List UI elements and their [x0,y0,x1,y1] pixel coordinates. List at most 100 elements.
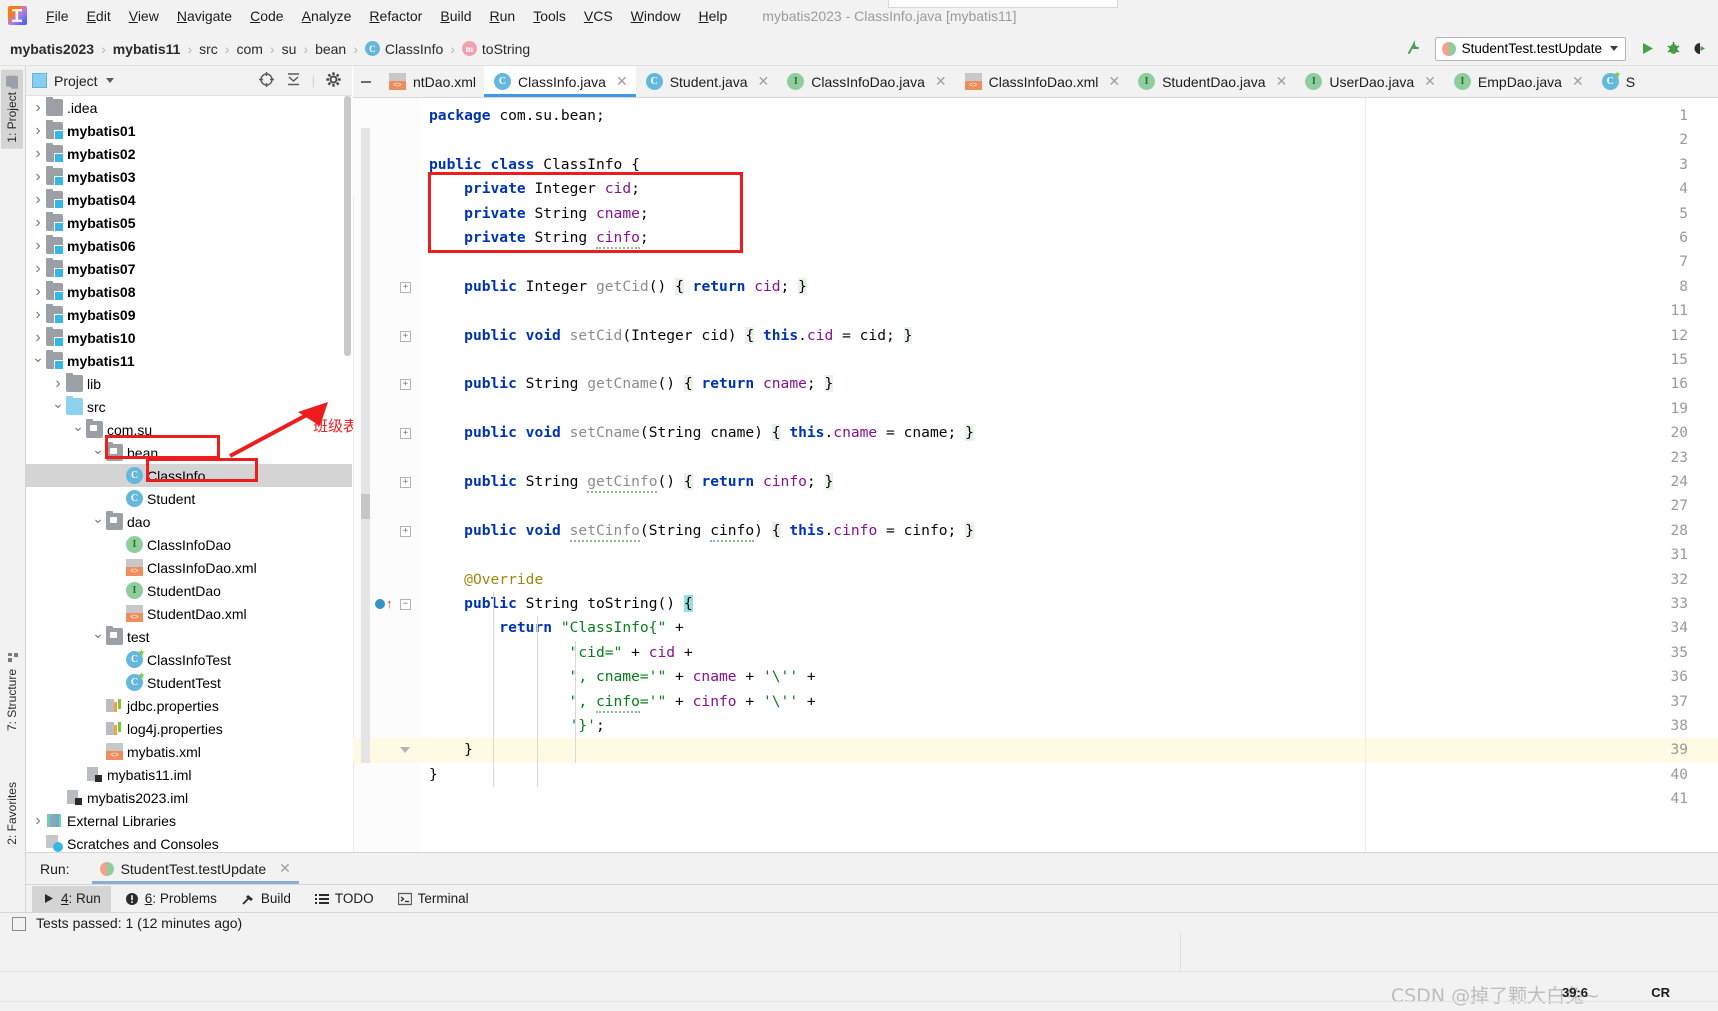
chevron-right-icon[interactable] [30,307,46,323]
code-line-1[interactable]: package com.su.bean; [429,104,605,128]
tree-item-studentdao[interactable]: I StudentDao [26,579,352,602]
fold-expand-icon[interactable]: + [400,330,411,342]
menu-item-tools[interactable]: Tools [524,5,575,27]
close-icon[interactable]: ✕ [1108,73,1120,90]
chevron-down-icon[interactable] [90,514,106,529]
code-line-37[interactable]: ", cinfo='" + cinfo + '\'' + [429,690,816,714]
tree-item-scratches-and-consoles[interactable]: Scratches and Consoles [26,832,352,852]
tree-item-mybatis09[interactable]: mybatis09 [26,303,352,326]
tree-item-classinfotest[interactable]: C ClassInfoTest [26,648,352,671]
chevron-down-icon[interactable] [30,353,46,368]
menu-item-file[interactable]: File [37,5,78,27]
bottom-tool-terminal[interactable]: Terminal [388,886,479,912]
menu-item-analyze[interactable]: Analyze [293,5,361,27]
chevron-right-icon[interactable] [30,192,46,208]
code-line-24[interactable]: public String getCinfo() { return cinfo;… [429,470,834,494]
overriding-method-icon[interactable]: ↑ [386,597,393,610]
code-line-33[interactable]: public String toString() { [429,592,693,616]
tree-item-mybatis10[interactable]: mybatis10 [26,326,352,349]
fold-expand-icon[interactable]: + [400,525,411,537]
chevron-right-icon[interactable] [30,169,46,185]
editor-tab-ntdao-xml[interactable]: ntDao.xml [379,66,484,97]
tree-item-dao[interactable]: dao [26,510,352,533]
code-line-20[interactable]: public void setCname(String cname) { thi… [429,421,974,445]
code-line-3[interactable]: public class ClassInfo { [429,153,640,177]
bottom-tool-build[interactable]: Build [231,886,301,912]
line-separator[interactable]: CR [1651,985,1670,1000]
code-line-5[interactable]: private String cname; [429,202,649,226]
menu-item-run[interactable]: Run [480,5,524,27]
tree-item-mybatis11-iml[interactable]: mybatis11.iml [26,763,352,786]
tree-item-mybatis02[interactable]: mybatis02 [26,142,352,165]
menu-item-navigate[interactable]: Navigate [168,5,241,27]
bottom-tool-todo[interactable]: TODO [305,886,384,912]
collapse-all-icon[interactable] [285,71,302,91]
chevron-down-icon[interactable] [50,399,66,414]
fold-expand-icon[interactable]: + [400,477,411,488]
tree-item-test[interactable]: test [26,625,352,648]
tree-item-mybatis07[interactable]: mybatis07 [26,257,352,280]
breadcrumb-item-mybatis11[interactable]: mybatis11 [113,41,181,57]
tree-item-mybatis05[interactable]: mybatis05 [26,211,352,234]
bottom-tool-4-run[interactable]: 4: Run [32,885,111,912]
code-line-6[interactable]: private String cinfo; [429,226,649,250]
caret-position[interactable]: 39:6 [1562,985,1588,1000]
run-configuration-selector[interactable]: StudentTest.testUpdate [1434,36,1626,61]
tree-item-log4j-properties[interactable]: log4j.properties [26,717,352,740]
code-line-36[interactable]: ", cname='" + cname + '\'' + [429,665,816,689]
code-line-16[interactable]: public String getCname() { return cname;… [429,372,834,396]
debug-button[interactable] [1660,36,1686,62]
code-line-35[interactable]: "cid=" + cid + [429,641,693,665]
code-line-12[interactable]: public void setCid(Integer cid) { this.c… [429,324,913,348]
chevron-right-icon[interactable] [30,238,46,254]
tree-item-student[interactable]: C Student [26,487,352,510]
run-with-coverage-button[interactable] [1686,36,1712,62]
window-controls-box[interactable] [888,0,1118,8]
editor-tab-classinfodao-xml[interactable]: ClassInfoDao.xml ✕ [955,66,1128,97]
tool-button-structure[interactable]: 7: Structure [1,646,23,737]
tree-item-studentdao-xml[interactable]: StudentDao.xml [26,602,352,625]
breadcrumb-item-classinfo[interactable]: C ClassInfo [364,41,443,57]
editor-tab-bar[interactable]: ntDao.xmlCClassInfo.java✕CStudent.java✕I… [353,66,1718,98]
code-line-28[interactable]: public void setCinfo(String cinfo) { thi… [429,519,974,543]
editor-tab-studentdao-java[interactable]: I StudentDao.java ✕ [1128,66,1295,97]
build-project-icon[interactable] [1401,36,1427,62]
breadcrumb-item-src[interactable]: src [199,41,218,57]
scroll-from-source-icon[interactable] [258,71,275,91]
menu-item-build[interactable]: Build [431,5,480,27]
code-line-4[interactable]: private Integer cid; [429,177,640,201]
project-tree[interactable]: .idea mybatis01 mybatis02 mybatis03 mybatis0… [26,96,352,852]
tree-item-mybatis06[interactable]: mybatis06 [26,234,352,257]
breadcrumb-item-com[interactable]: com [236,41,262,57]
breadcrumb-item-mybatis2023[interactable]: mybatis2023 [10,41,94,57]
editor-tab-s[interactable]: CS [1592,66,1643,97]
code-line-32[interactable]: @Override [429,568,543,592]
project-tree-scrollbar[interactable] [344,96,351,356]
tree-item-mybatis08[interactable]: mybatis08 [26,280,352,303]
chevron-down-icon[interactable] [90,445,106,460]
bottom-toolwindow-bar[interactable]: 4: Run 6: Problems Build TODO Terminal [26,884,1718,912]
editor-tab-empdao-java[interactable]: I EmpDao.java ✕ [1444,66,1592,97]
breadcrumb-item-bean[interactable]: bean [315,41,346,57]
tree-item-lib[interactable]: lib [26,372,352,395]
code-editor[interactable]: package com.su.bean; public class ClassIn… [353,98,1718,852]
code-line-40[interactable]: } [429,763,438,787]
menu-item-window[interactable]: Window [622,5,690,27]
chevron-right-icon[interactable] [30,100,46,116]
tree-item-mybatis2023-iml[interactable]: mybatis2023.iml [26,786,352,809]
close-icon[interactable]: ✕ [1572,73,1584,90]
menu-item-code[interactable]: Code [241,5,292,27]
fold-expand-icon[interactable]: + [400,281,411,293]
close-icon[interactable]: ✕ [935,73,947,90]
chevron-right-icon[interactable] [30,123,46,139]
chevron-right-icon[interactable] [30,146,46,162]
close-icon[interactable]: ✕ [616,73,628,90]
close-icon[interactable]: ✕ [1276,73,1288,90]
code-line-8[interactable]: public Integer getCid() { return cid; } [429,275,807,299]
tree-item-mybatis03[interactable]: mybatis03 [26,165,352,188]
tool-button-project[interactable]: 1: Project [1,70,23,149]
chevron-down-icon[interactable] [90,629,106,644]
tree-item-src[interactable]: src [26,395,352,418]
menu-item-refactor[interactable]: Refactor [360,5,431,27]
chevron-right-icon[interactable] [30,330,46,346]
